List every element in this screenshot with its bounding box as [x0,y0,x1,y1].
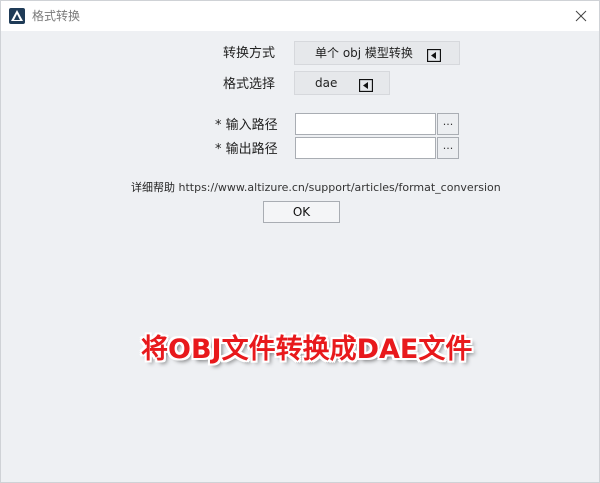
close-button[interactable] [571,6,591,26]
help-line: 详细帮助 https://www.altizure.cn/support/art… [131,181,501,195]
output-path-label: * 输出路径 [215,142,278,157]
help-label: 详细帮助 [131,181,175,194]
triangle-left-icon [426,47,442,63]
conversion-mode-label: 转换方式 [223,46,276,61]
triangle-left-icon [358,77,374,93]
ok-button[interactable]: OK [263,201,340,223]
close-icon [575,10,587,22]
input-path-browse-button[interactable]: ... [437,113,459,135]
format-select-value: dae [315,76,338,90]
help-link[interactable]: https://www.altizure.cn/support/articles… [179,181,501,194]
window-title: 格式转换 [32,9,81,23]
format-conversion-dialog: 格式转换 转换方式 单个 obj 模型转换 格式选择 dae * 输入路径 ..… [0,0,600,483]
output-path-field[interactable] [295,137,436,159]
format-select-label: 格式选择 [223,77,276,92]
format-select[interactable]: dae [294,71,390,95]
input-path-field[interactable] [295,113,436,135]
title-bar: 格式转换 [1,1,599,31]
overlay-caption: 将OBJ文件转换成DAE文件 [141,334,473,365]
output-path-browse-button[interactable]: ... [437,137,459,159]
input-path-label: * 输入路径 [215,118,278,133]
conversion-mode-select[interactable]: 单个 obj 模型转换 [294,41,460,65]
conversion-mode-value: 单个 obj 模型转换 [315,46,413,60]
app-logo-icon [9,8,25,24]
